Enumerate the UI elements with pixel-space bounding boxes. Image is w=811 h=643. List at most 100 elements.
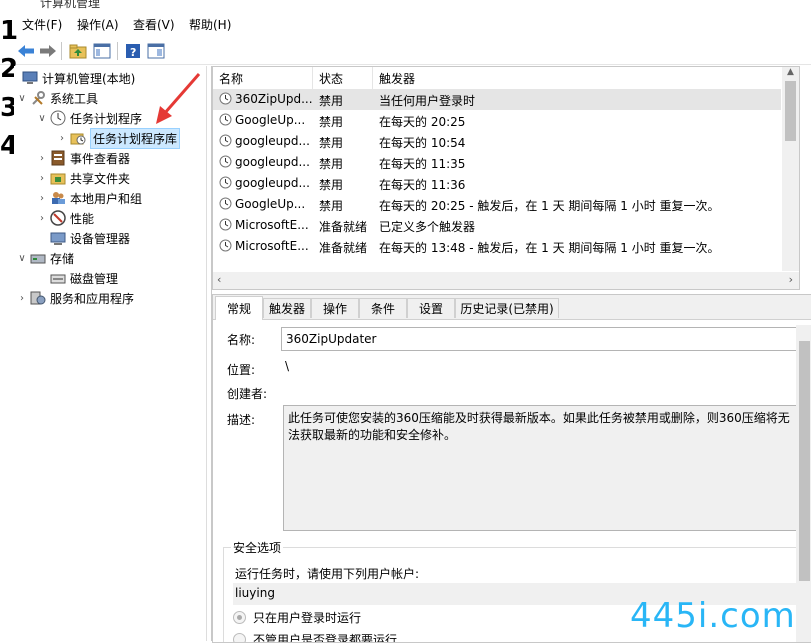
task-trigger: 在每天的 10:54 xyxy=(379,136,466,150)
device-manager-icon xyxy=(50,230,66,246)
show-hide-tree-button[interactable] xyxy=(92,41,112,61)
forward-button[interactable] xyxy=(38,41,58,61)
task-trigger: 当任何用户登录时 xyxy=(379,94,476,108)
run-only-logged-on-label: 只在用户登录时运行 xyxy=(253,611,362,625)
task-trigger: 在每天的 11:35 xyxy=(379,157,466,171)
task-status: 禁用 xyxy=(319,115,344,129)
table-row[interactable]: googleupd... 禁用 在每天的 10:54 xyxy=(213,131,781,152)
tree-item-services[interactable]: › 服务和应用程序 xyxy=(16,288,134,308)
tree-item-event-viewer[interactable]: › 事件查看器 xyxy=(36,148,130,168)
menu-action[interactable]: 操作(A) xyxy=(77,16,119,33)
run-only-logged-on-radio[interactable] xyxy=(233,611,246,624)
collapse-icon[interactable]: ∨ xyxy=(36,113,48,124)
tree-label: 性能 xyxy=(70,211,95,226)
column-header-trigger[interactable]: 触发器 xyxy=(373,67,781,89)
run-whether-logged-on-radio[interactable] xyxy=(233,633,246,642)
performance-icon xyxy=(50,210,66,226)
table-row[interactable]: MicrosoftE... 准备就绪 在每天的 13:48 - 触发后，在 1 天 … xyxy=(213,236,781,257)
table-row[interactable]: googleupd... 禁用 在每天的 11:35 xyxy=(213,152,781,173)
expand-icon[interactable]: › xyxy=(36,193,48,204)
expand-icon[interactable]: › xyxy=(36,153,48,164)
tree-item-task-library[interactable]: › 任务计划程序库 xyxy=(56,127,181,149)
task-clock-icon xyxy=(219,92,233,108)
scroll-right-icon[interactable]: › xyxy=(789,273,793,286)
menu-help[interactable]: 帮助(H) xyxy=(189,16,231,33)
task-name: 360ZipUpd... xyxy=(235,92,313,106)
help-icon: ? xyxy=(126,44,140,59)
tree-label: 存储 xyxy=(50,251,75,266)
tree-item-device-manager[interactable]: 设备管理器 xyxy=(48,228,130,248)
table-row[interactable]: MicrosoftE... 准备就绪 已定义多个触发器 xyxy=(213,215,781,236)
tab-history[interactable]: 历史记录(已禁用) xyxy=(455,298,559,318)
task-clock-icon xyxy=(219,176,233,192)
task-clock-icon xyxy=(219,134,233,150)
svg-text:?: ? xyxy=(130,46,136,59)
security-options-title: 安全选项 xyxy=(231,539,284,556)
tree-label: 服务和应用程序 xyxy=(50,291,135,306)
scroll-left-icon[interactable]: ‹ xyxy=(217,273,221,286)
detail-vertical-scrollbar[interactable] xyxy=(796,325,811,642)
tree-item-storage[interactable]: ∨ 存储 xyxy=(16,248,74,268)
folder-clock-icon xyxy=(70,130,86,146)
tab-conditions[interactable]: 条件 xyxy=(359,298,407,318)
task-trigger: 在每天的 20:25 - 触发后，在 1 天 期间每隔 1 小时 重复一次。 xyxy=(379,199,720,213)
tab-actions[interactable]: 操作 xyxy=(311,298,359,318)
author-label: 创建者: xyxy=(227,387,268,401)
event-viewer-icon xyxy=(50,150,66,166)
help-button[interactable]: ? xyxy=(123,41,143,61)
tab-settings[interactable]: 设置 xyxy=(407,298,455,318)
name-label: 名称: xyxy=(227,333,256,347)
list-horizontal-scrollbar[interactable]: ‹ › xyxy=(213,272,799,289)
toolbar: ? xyxy=(0,38,811,65)
expand-icon[interactable]: › xyxy=(36,213,48,224)
show-action-pane-button[interactable] xyxy=(146,41,166,61)
tree-item-task-scheduler[interactable]: ∨ 任务计划程序 xyxy=(36,108,142,128)
scroll-thumb[interactable] xyxy=(799,341,810,581)
list-vertical-scrollbar[interactable]: ▲ xyxy=(782,67,799,271)
name-field[interactable]: 360ZipUpdater xyxy=(281,327,801,351)
detail-tabs: 常规 触发器 操作 条件 设置 历史记录(已禁用) xyxy=(213,295,811,320)
column-header-name[interactable]: 名称 xyxy=(213,67,313,89)
column-header-status[interactable]: 状态 xyxy=(313,67,373,89)
users-icon xyxy=(50,190,66,206)
tree-item-root[interactable]: 计算机管理(本地) xyxy=(20,68,135,88)
services-icon xyxy=(30,290,46,306)
scroll-thumb[interactable] xyxy=(785,81,796,141)
scroll-up-icon[interactable]: ▲ xyxy=(782,67,799,79)
expand-icon[interactable]: › xyxy=(36,173,48,184)
collapse-icon[interactable]: ∨ xyxy=(16,253,28,264)
expand-icon[interactable]: › xyxy=(16,293,28,304)
task-detail-panel: 常规 触发器 操作 条件 设置 历史记录(已禁用) 名称: 360ZipUpda… xyxy=(212,294,811,643)
tree-item-performance[interactable]: › 性能 xyxy=(36,208,94,228)
task-trigger: 在每天的 11:36 xyxy=(379,178,466,192)
tab-general[interactable]: 常规 xyxy=(215,296,263,320)
tree-label: 任务计划程序 xyxy=(70,111,143,126)
collapse-icon[interactable]: ∨ xyxy=(16,93,28,104)
table-row[interactable]: GoogleUp... 禁用 在每天的 20:25 - 触发后，在 1 天 期间每隔… xyxy=(213,194,781,215)
disk-icon xyxy=(50,270,66,286)
description-field[interactable]: 此任务可使您安装的360压缩能及时获得最新版本。如果此任务被禁用或删除，则360… xyxy=(283,405,801,531)
tree-item-system-tools[interactable]: ∨ 系统工具 xyxy=(16,88,98,108)
task-status: 禁用 xyxy=(319,199,344,213)
task-status: 准备就绪 xyxy=(319,241,368,255)
tree-item-shared-folders[interactable]: › 共享文件夹 xyxy=(36,168,130,188)
tools-icon xyxy=(30,90,46,106)
back-button[interactable] xyxy=(16,41,36,61)
location-value: \ xyxy=(285,359,290,373)
tree-item-disk-management[interactable]: 磁盘管理 xyxy=(48,268,118,288)
task-status: 准备就绪 xyxy=(319,220,368,234)
table-row[interactable]: 360ZipUpd... 禁用 当任何用户登录时 xyxy=(213,89,781,110)
tree-label: 计算机管理(本地) xyxy=(42,71,136,86)
table-row[interactable]: GoogleUp... 禁用 在每天的 20:25 xyxy=(213,110,781,131)
menu-file[interactable]: 文件(F) xyxy=(22,16,62,33)
table-row[interactable]: googleupd... 禁用 在每天的 11:36 xyxy=(213,173,781,194)
expand-icon[interactable]: › xyxy=(56,133,68,144)
tab-triggers[interactable]: 触发器 xyxy=(263,298,311,318)
tree-item-local-users[interactable]: › 本地用户和组 xyxy=(36,188,142,208)
console-tree-icon xyxy=(93,43,111,59)
task-trigger: 在每天的 13:48 - 触发后，在 1 天 期间每隔 1 小时 重复一次。 xyxy=(379,241,720,255)
task-name: GoogleUp... xyxy=(235,113,306,127)
menu-view[interactable]: 查看(V) xyxy=(133,16,175,33)
up-folder-button[interactable] xyxy=(68,41,88,61)
task-trigger: 已定义多个触发器 xyxy=(379,220,476,234)
